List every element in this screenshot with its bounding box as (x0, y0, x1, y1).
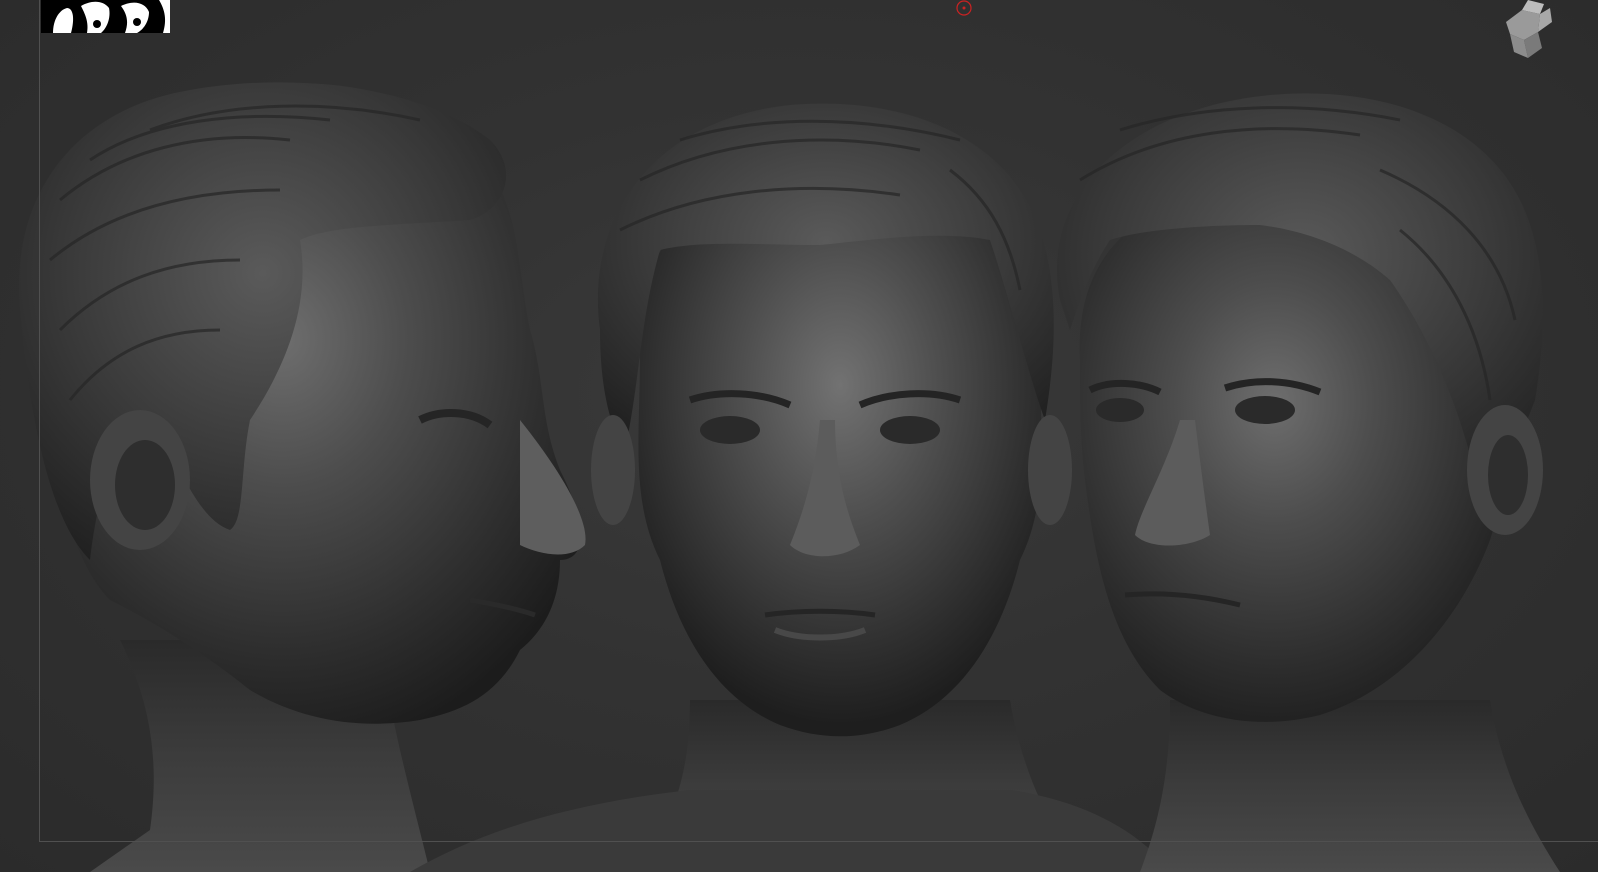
sculpt-app (0, 0, 1598, 872)
navigation-head-gizmo-icon[interactable] (1498, 0, 1560, 62)
canvas-frame (39, 0, 1598, 842)
model-thumbnail-icon[interactable] (41, 0, 170, 33)
pivot-marker-icon (955, 0, 973, 18)
